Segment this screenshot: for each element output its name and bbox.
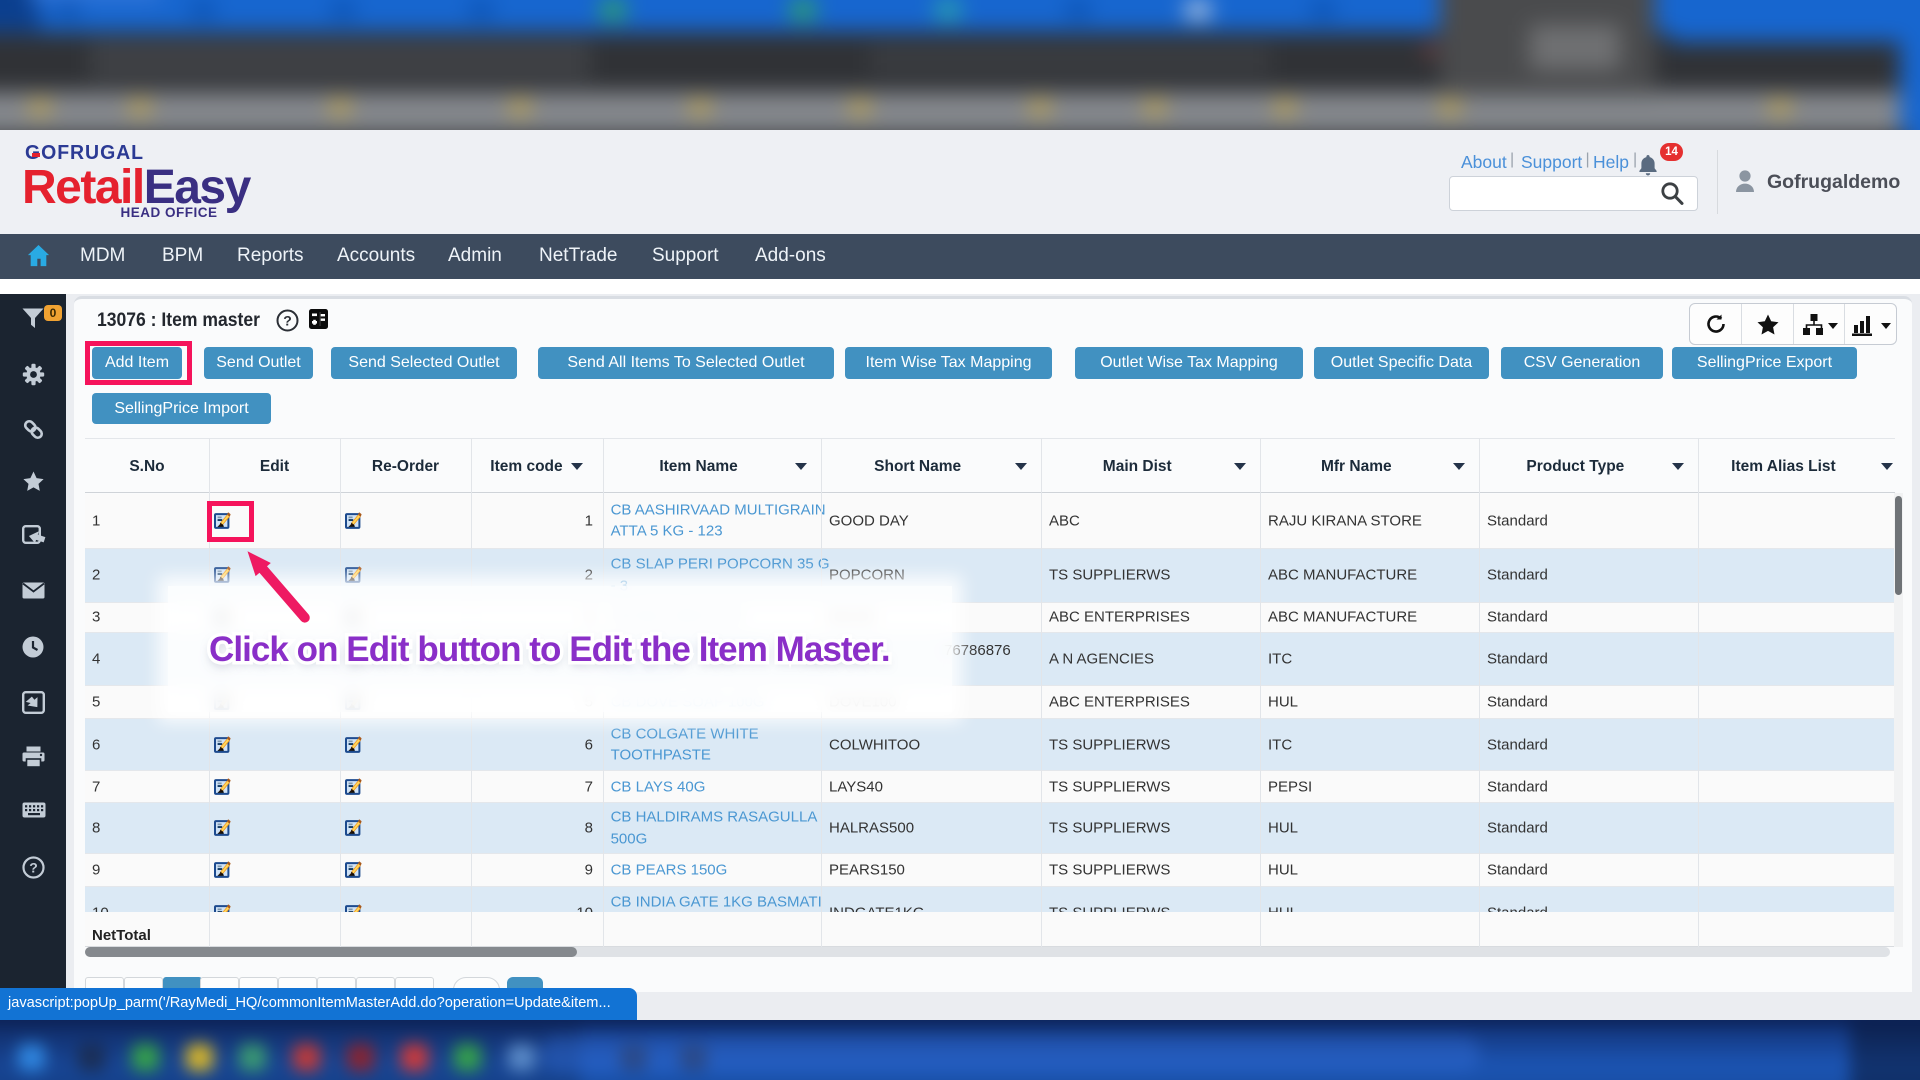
svg-text:?: ? (29, 860, 38, 876)
svg-text:?: ? (283, 313, 292, 329)
